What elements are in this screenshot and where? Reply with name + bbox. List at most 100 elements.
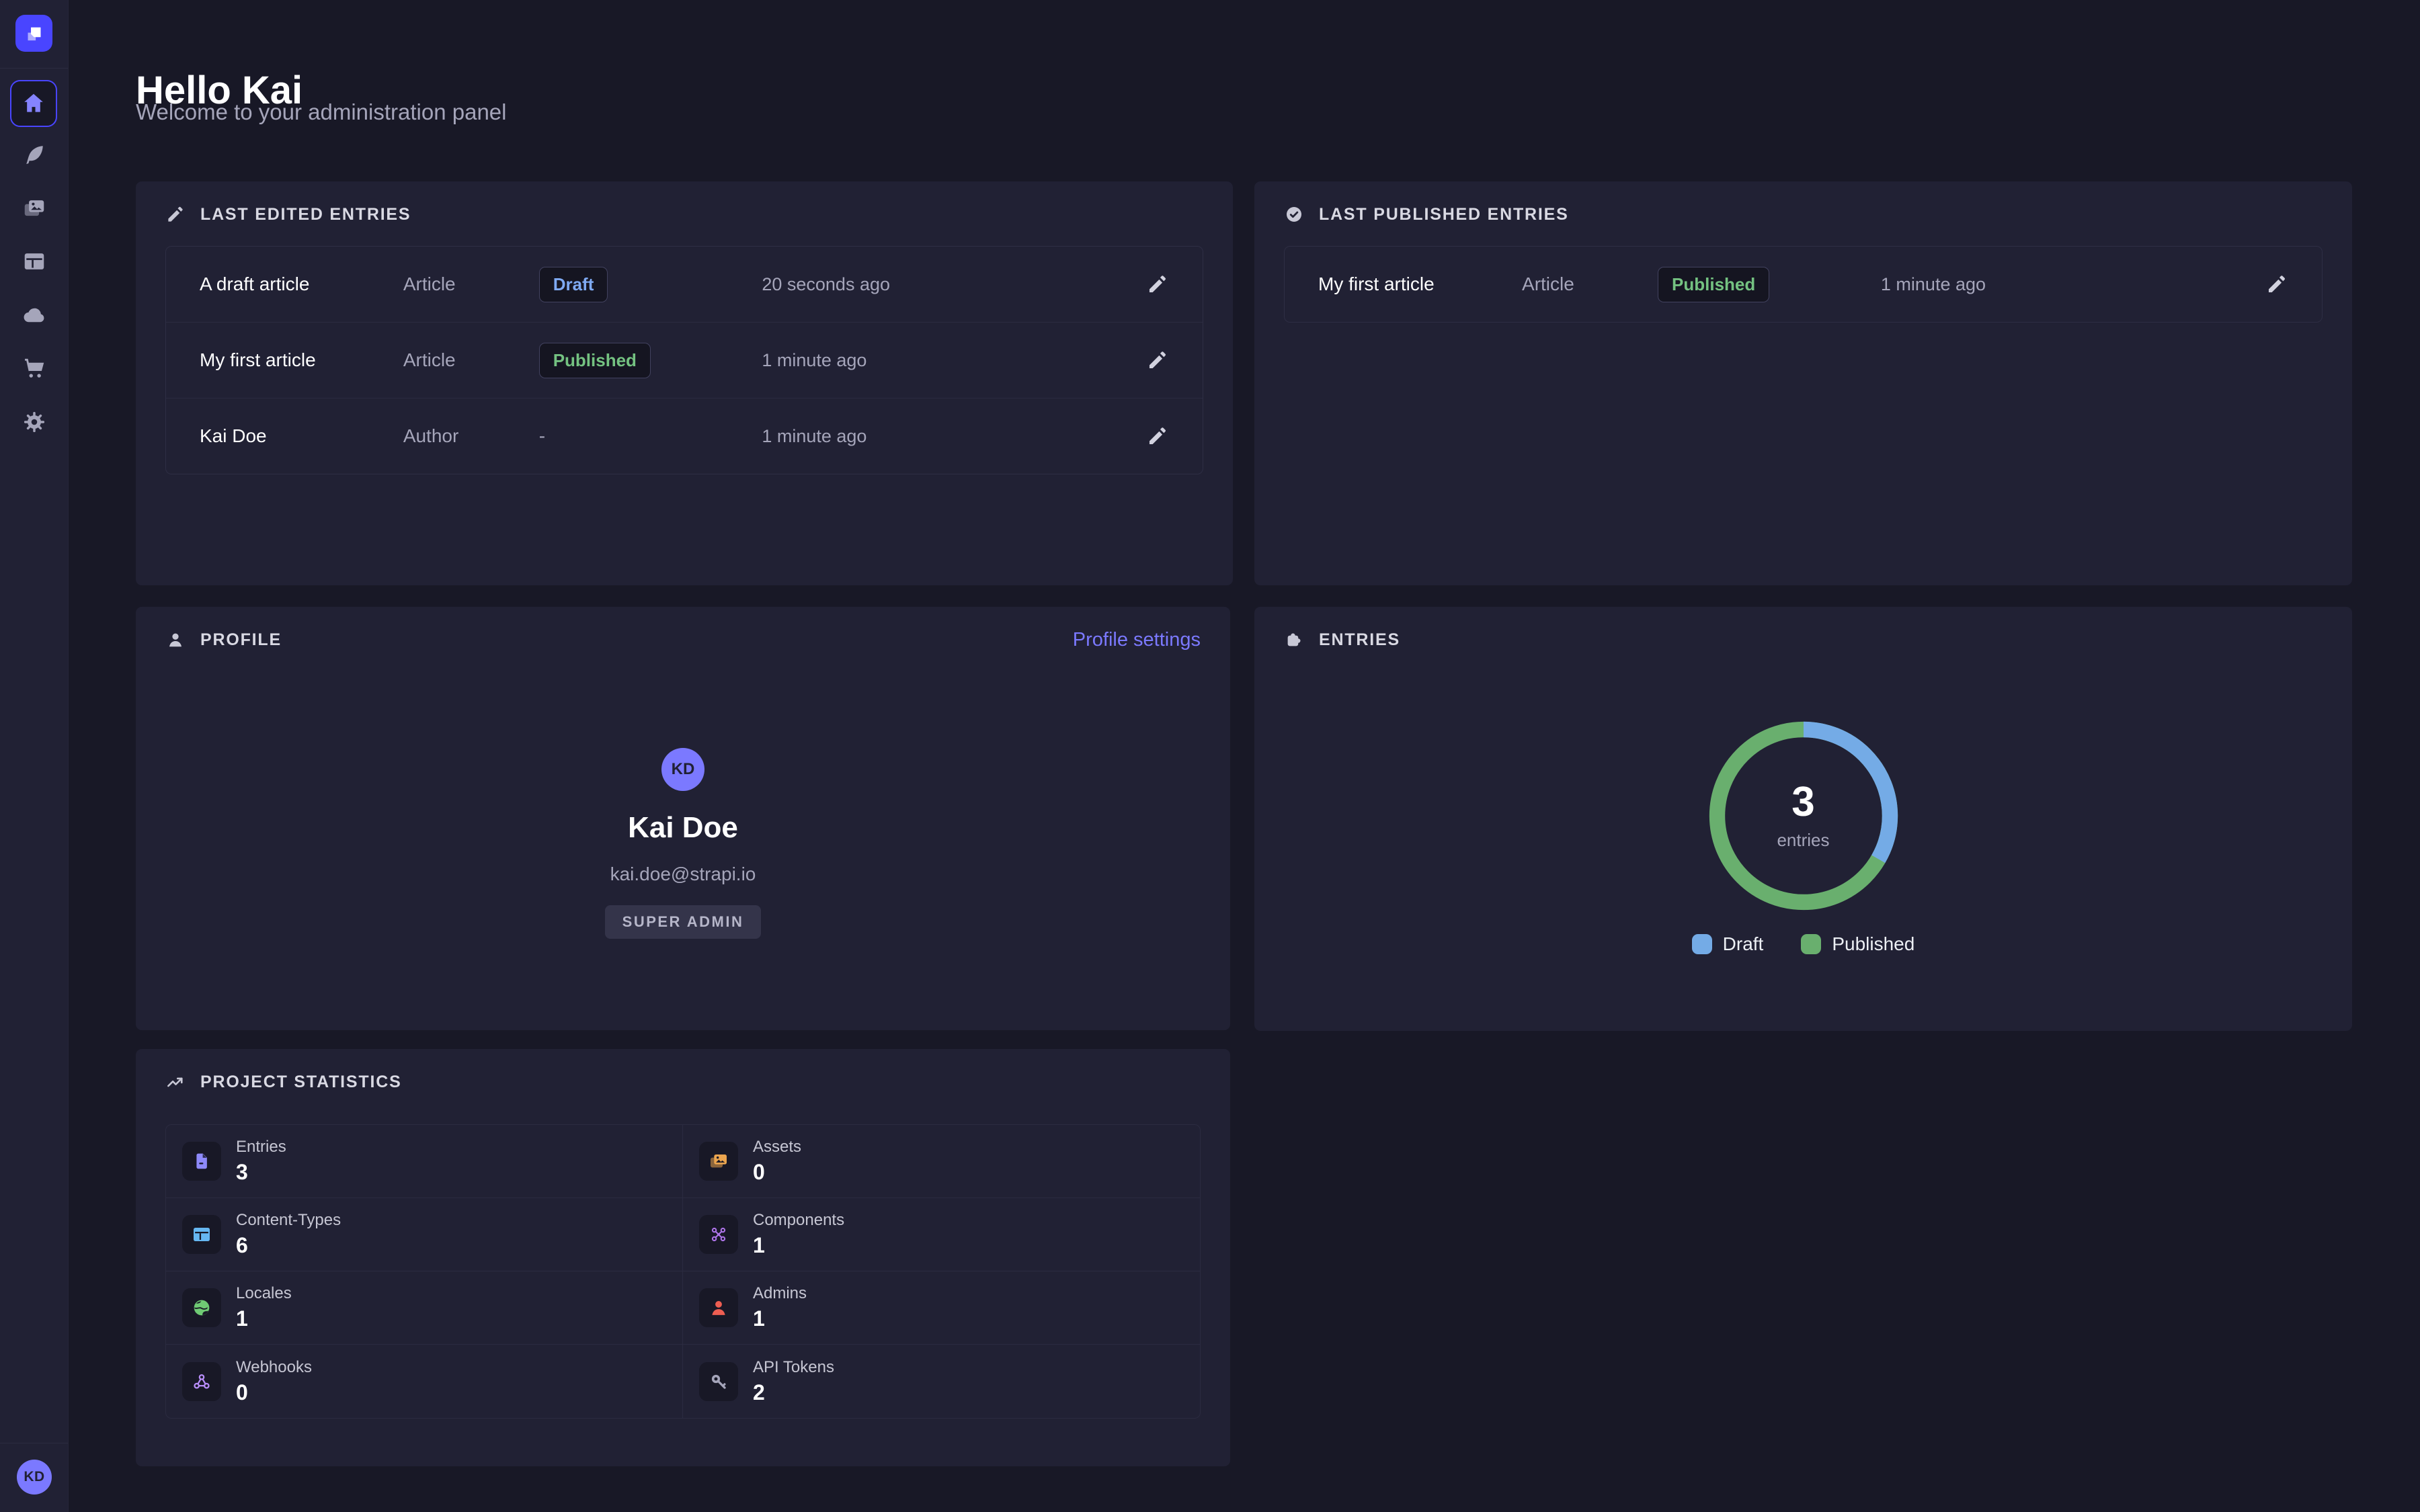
status-badge: Published [1658,267,1769,302]
status-badge: Published [539,343,651,378]
strapi-logo-icon [23,22,46,45]
profile-settings-link[interactable]: Profile settings [1073,629,1201,651]
stat-admins: Admins 1 [683,1271,1200,1345]
stat-value: 2 [753,1380,834,1405]
sidebar-item-settings[interactable] [0,398,68,446]
pencil-icon [165,204,186,224]
key-icon [708,1371,729,1392]
stat-label: Assets [753,1138,801,1157]
last-published-entries-panel: LAST PUBLISHED ENTRIES My first article … [1254,181,2352,585]
images-icon [22,196,47,221]
pencil-icon [1146,425,1169,448]
entry-type: Article [1522,274,1658,295]
file-icon [191,1150,212,1172]
layout-icon [22,249,47,274]
project-statistics-panel: PROJECT STATISTICS Entries 3 Assets 0 Co… [136,1049,1230,1466]
gear-icon [22,409,47,435]
stat-label: Locales [236,1284,292,1303]
panel-title: ENTRIES [1319,630,1400,650]
panel-header: LAST PUBLISHED ENTRIES [1284,202,2323,227]
check-circle-icon [1284,204,1304,224]
person-icon [708,1297,729,1318]
panel-header: PROJECT STATISTICS [165,1069,1201,1095]
sidebar-item-deploy[interactable] [0,291,68,339]
person-icon [165,630,186,650]
profile-email: kai.doe@strapi.io [610,864,756,885]
entry-name: A draft article [200,274,403,295]
stat-assets: Assets 0 [683,1125,1200,1198]
stat-components: Components 1 [683,1198,1200,1271]
panel-header: ENTRIES [1284,627,2323,653]
pencil-icon [1146,349,1169,372]
stat-label: Content-Types [236,1211,341,1230]
user-avatar[interactable]: KD [17,1460,52,1495]
entry-type: Author [403,425,539,447]
strapi-logo[interactable] [15,15,52,52]
sidebar-item-marketplace[interactable] [0,344,68,392]
role-badge: SUPER ADMIN [605,905,762,939]
stat-value: 0 [236,1380,312,1405]
edit-entry-button[interactable] [1146,273,1169,296]
entries-donut-chart: 3 entries [1705,718,1902,914]
last-edited-entries-panel: LAST EDITED ENTRIES A draft article Arti… [136,181,1233,585]
donut-center: 3 entries [1705,718,1902,914]
sidebar-divider-top [0,68,68,69]
last-published-table: My first article Article Published 1 min… [1284,246,2323,323]
entry-name: Kai Doe [200,425,403,447]
cart-icon [22,355,47,381]
entry-type: Article [403,274,539,295]
stat-entries: Entries 3 [166,1125,683,1198]
sidebar-item-home[interactable] [10,80,57,127]
draft-swatch [1692,934,1712,954]
stat-value: 6 [236,1233,341,1258]
stat-value: 1 [753,1233,844,1258]
entry-time: 1 minute ago [762,426,1146,447]
stats-grid: Entries 3 Assets 0 Content-Types 6 Compo… [165,1124,1201,1419]
entry-time: 1 minute ago [1881,274,2265,295]
table-row: A draft article Article Draft 20 seconds… [166,247,1203,322]
legend-item-draft: Draft [1692,933,1764,955]
legend-label: Draft [1723,933,1764,955]
panel-title: PROFILE [200,630,282,650]
pencil-icon [1146,273,1169,296]
entries-count: 3 [1791,782,1814,823]
sidebar-item-content-type-builder[interactable] [0,237,68,286]
edit-entry-button[interactable] [1146,349,1169,372]
entries-panel: ENTRIES 3 entries Draft Published [1254,607,2352,1031]
components-icon [708,1224,729,1245]
sidebar: KD [0,0,69,1512]
edit-entry-button[interactable] [2265,273,2288,296]
stat-value: 3 [236,1160,286,1185]
feather-icon [22,142,46,167]
images-icon [708,1150,729,1172]
globe-icon [191,1297,212,1318]
stat-label: Admins [753,1284,807,1303]
home-icon [21,91,46,116]
sidebar-item-content-manager[interactable] [0,130,68,179]
panel-header: LAST EDITED ENTRIES [165,202,1203,227]
stat-api-tokens: API Tokens 2 [683,1345,1200,1418]
entry-type: Article [403,349,539,371]
sidebar-item-media-library[interactable] [0,184,68,233]
layout-icon [191,1224,212,1245]
cloud-icon [22,302,47,328]
legend-item-published: Published [1801,933,1914,955]
stat-label: Entries [236,1138,286,1157]
stat-value: 1 [753,1306,807,1331]
chart-legend: Draft Published [1254,933,2352,955]
edit-entry-button[interactable] [1146,425,1169,448]
stat-locales: Locales 1 [166,1271,683,1345]
stat-value: 0 [753,1160,801,1185]
stat-label: API Tokens [753,1358,834,1377]
table-row: Kai Doe Author - 1 minute ago [166,398,1203,474]
stat-label: Webhooks [236,1358,312,1377]
page-subtitle: Welcome to your administration panel [136,99,507,125]
profile-body: KD Kai Doe kai.doe@strapi.io SUPER ADMIN [165,653,1201,939]
panel-title: LAST PUBLISHED ENTRIES [1319,205,1569,224]
entry-time: 20 seconds ago [762,274,1146,295]
stat-content-types: Content-Types 6 [166,1198,683,1271]
status-dash: - [539,425,545,447]
published-swatch [1801,934,1821,954]
entry-name: My first article [1318,274,1522,295]
entries-count-label: entries [1777,830,1829,851]
